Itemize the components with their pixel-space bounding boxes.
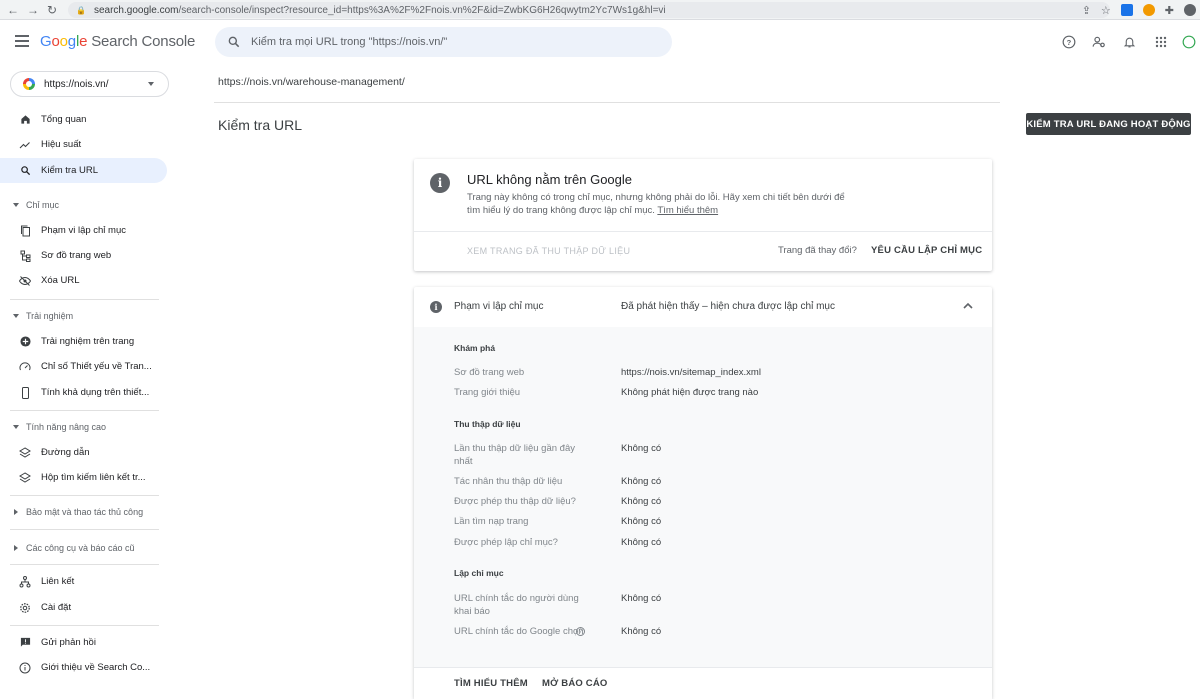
sidebar: https://nois.vn/ Tổng quan Hiệu suất Kiể… (0, 64, 170, 699)
reload-icon[interactable]: ↻ (47, 3, 57, 17)
sidebar-item-links[interactable]: Liên kết (0, 569, 167, 594)
profile-avatar-icon[interactable] (1184, 4, 1196, 16)
sidebar-item-page-experience[interactable]: Trải nghiệm trên trang (0, 329, 167, 354)
users-settings-icon[interactable] (1084, 32, 1114, 52)
search-icon (19, 165, 31, 177)
section-experience[interactable]: Trải nghiệm (0, 307, 167, 325)
main-content: https://nois.vn/warehouse-management/ Ki… (170, 64, 1200, 699)
section-enhancements[interactable]: Tính năng nâng cao (0, 418, 167, 436)
property-icon (23, 78, 35, 90)
sidebar-item-coverage[interactable]: Phạm vi lập chỉ mục (0, 218, 167, 243)
sitemap-icon (19, 250, 31, 262)
property-selector[interactable]: https://nois.vn/ (10, 71, 169, 97)
bookmark-star-icon[interactable]: ☆ (1101, 4, 1111, 17)
inspected-url: https://nois.vn/warehouse-management/ (218, 76, 405, 88)
menu-icon[interactable] (15, 35, 29, 47)
app-header: Google Search Console Kiểm tra mọi URL tr… (0, 20, 1200, 64)
browser-nav: ← → ↻ (0, 3, 68, 17)
layers-icon (19, 472, 31, 484)
sidebar-item-feedback[interactable]: Gửi phản hồi (0, 630, 167, 655)
search-placeholder: Kiểm tra mọi URL trong "https://nois.vn/… (251, 36, 448, 48)
forward-icon[interactable]: → (27, 3, 39, 17)
sidebar-item-about[interactable]: Giới thiệu về Search Co... (0, 655, 167, 680)
extension-flower-icon[interactable] (1142, 4, 1155, 16)
caret-right-icon (14, 509, 18, 515)
sidebar-item-overview[interactable]: Tổng quan (0, 107, 167, 132)
apps-grid-icon[interactable] (1144, 32, 1178, 52)
product-name: Search Console (91, 33, 196, 50)
share-icon[interactable]: ⇪ (1082, 4, 1091, 17)
home-icon (19, 114, 31, 126)
caret-down-icon (13, 425, 19, 429)
section-security[interactable]: Bảo mật và thao tác thủ công (0, 503, 167, 521)
sidebar-divider (10, 564, 159, 565)
speed-gauge-icon (19, 361, 31, 373)
search-icon (228, 36, 240, 48)
back-icon[interactable]: ← (7, 3, 19, 17)
gear-icon (19, 602, 31, 614)
sidebar-divider (10, 625, 159, 626)
sidebar-divider (10, 299, 159, 300)
sidebar-divider (10, 529, 159, 530)
visibility-off-icon (19, 275, 31, 287)
lock-icon: 🔒 (76, 5, 86, 15)
sidebar-item-url-inspection[interactable]: Kiểm tra URL (0, 158, 167, 183)
account-tree-icon (19, 575, 31, 588)
address-bar[interactable]: 🔒 search.google.com/search-console/inspe… (68, 2, 1110, 18)
sidebar-item-sitemaps[interactable]: Sơ đồ trang web (0, 243, 167, 268)
layers-icon (19, 447, 31, 459)
sidebar-item-core-web-vitals[interactable]: Chỉ số Thiết yếu về Tran... (0, 354, 167, 379)
page-title: Kiểm tra URL (218, 117, 303, 133)
notifications-bell-icon[interactable] (1114, 32, 1144, 52)
smartphone-icon (19, 386, 31, 399)
url-inspect-search-input[interactable]: Kiểm tra mọi URL trong "https://nois.vn/… (215, 27, 672, 57)
chevron-down-icon (148, 82, 154, 86)
info-icon (19, 662, 31, 674)
browser-actions: ⇪ ☆ ✚ (1082, 2, 1196, 18)
section-legacy[interactable]: Các công cụ và báo cáo cũ (0, 539, 167, 557)
sidebar-item-sitelinks-searchbox[interactable]: Hộp tìm kiếm liên kết tr... (0, 465, 167, 490)
url-host: search.google.com (93, 4, 179, 16)
file-copy-icon (19, 225, 31, 237)
url-path: /search-console/inspect?resource_id=http… (178, 4, 666, 16)
feedback-icon (19, 637, 31, 649)
header-actions: ? (1054, 32, 1200, 52)
sidebar-item-mobile-usability[interactable]: Tính khả dụng trên thiết... (0, 380, 167, 405)
trending-up-icon (19, 139, 31, 151)
section-index[interactable]: Chỉ mục (0, 196, 167, 214)
sidebar-item-performance[interactable]: Hiệu suất (0, 132, 167, 157)
test-live-url-button[interactable]: KIỂM TRA URL ĐANG HOẠT ĐỘNG (1026, 113, 1191, 135)
extension-d-icon[interactable] (1120, 4, 1133, 16)
search-console-logo[interactable]: Google Search Console (40, 33, 195, 50)
divider (214, 102, 1000, 103)
caret-right-icon (14, 545, 18, 551)
caret-down-icon (13, 203, 19, 207)
browser-toolbar: ← → ↻ 🔒 search.google.com/search-console… (0, 0, 1200, 20)
sidebar-item-removals[interactable]: Xóa URL (0, 268, 167, 293)
extensions-puzzle-icon[interactable]: ✚ (1165, 4, 1174, 17)
sidebar-item-breadcrumbs[interactable]: Đường dẫn (0, 440, 167, 465)
help-icon[interactable]: ? (1054, 32, 1084, 52)
sidebar-item-settings[interactable]: Cài đặt (0, 595, 167, 620)
caret-down-icon (13, 314, 19, 318)
svg-text:?: ? (1067, 38, 1072, 47)
account-avatar-icon[interactable] (1178, 32, 1200, 52)
sidebar-divider (10, 410, 159, 411)
property-name: https://nois.vn/ (44, 78, 109, 90)
add-circle-icon (19, 336, 31, 348)
sidebar-divider (10, 495, 159, 496)
